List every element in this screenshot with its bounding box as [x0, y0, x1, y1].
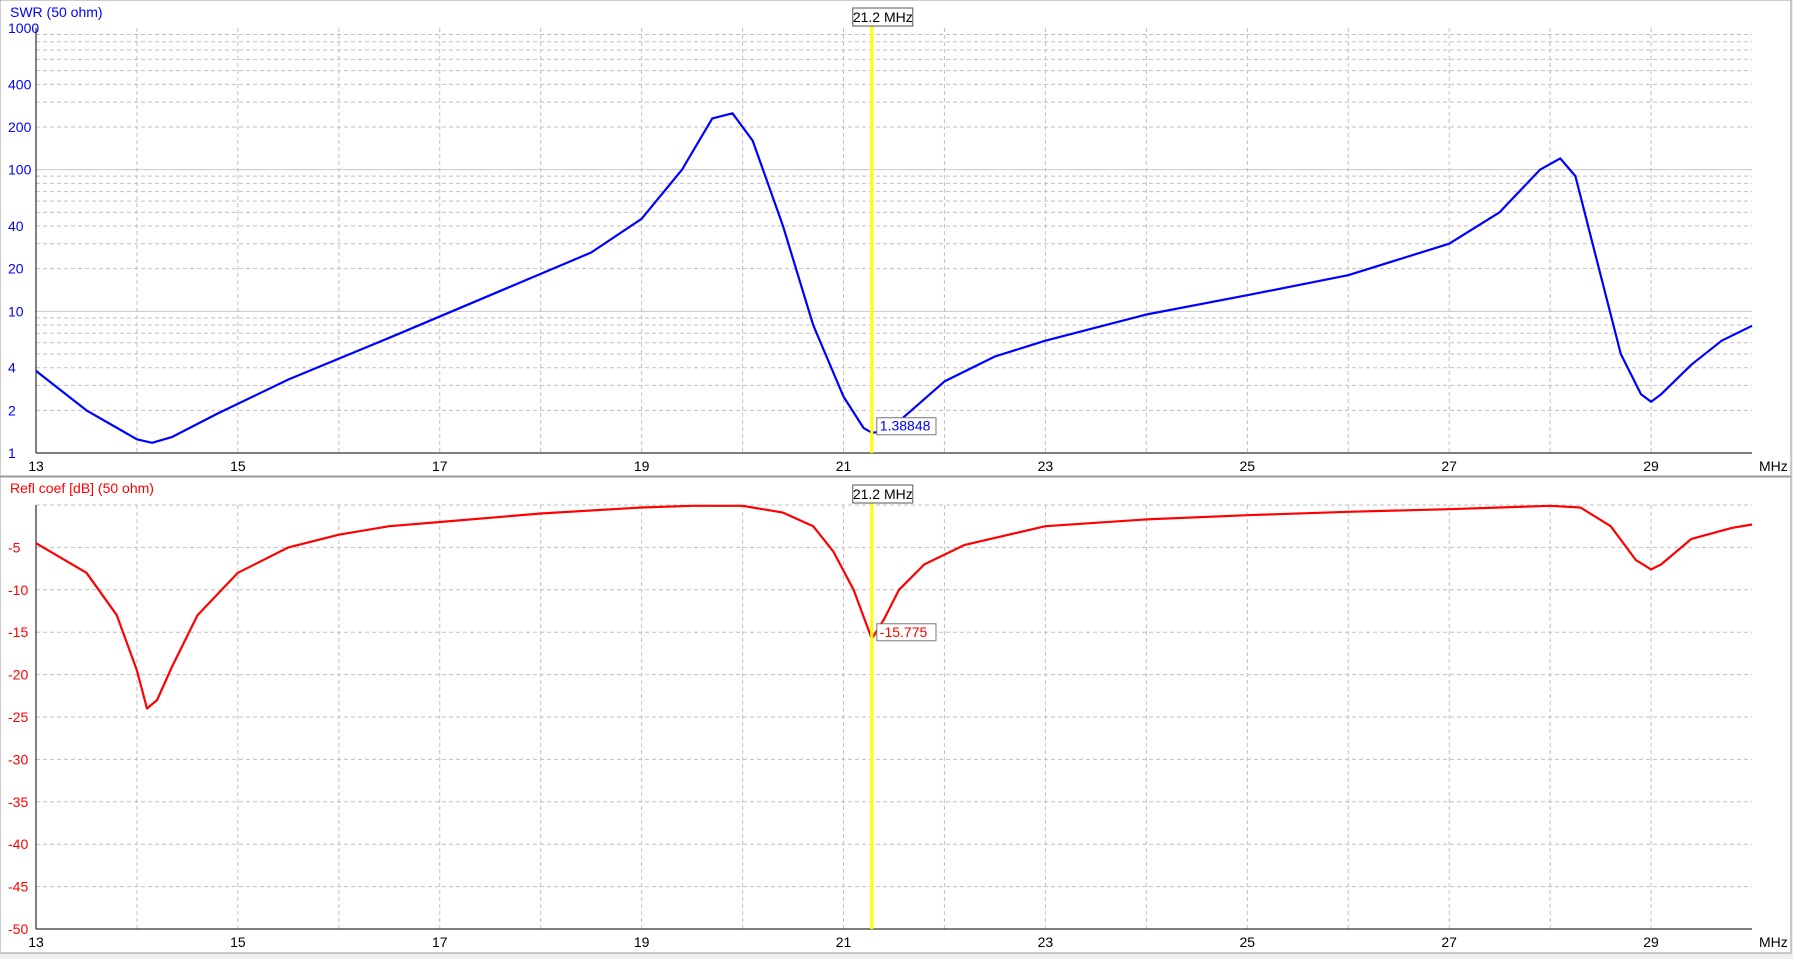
refl-x-tick-label: 27	[1441, 934, 1457, 950]
refl-y-tick-label: -45	[8, 879, 28, 895]
swr-x-tick-label: 25	[1240, 458, 1256, 474]
swr-x-tick-label: 23	[1038, 458, 1054, 474]
refl-panel: Refl coef [dB] (50 ohm) 13 15 17 19 21 23 25 27…	[0, 476, 1792, 954]
plot-canvas: SWR (50 ohm) 13 15 17 19 21 23 25 27 29 10004002…	[0, 0, 1792, 954]
swr-x-tick-label: 17	[432, 458, 448, 474]
refl-x-tick-label: 13	[28, 934, 44, 950]
antenna-analyzer-plot-window: SWR (50 ohm) 13 15 17 19 21 23 25 27 29 1000 400 2…	[0, 0, 1793, 954]
refl-x-tick-label: 29	[1643, 934, 1659, 950]
swr-y-tick-label: 4	[8, 360, 16, 376]
swr-y-tick-label: 1000	[8, 20, 39, 36]
swr-y-tick-label: 1	[8, 445, 16, 461]
swr-x-tick-label: 21	[836, 458, 852, 474]
swr-y-tick-label: 400	[8, 76, 32, 92]
refl-marker-value-label: -15.775	[880, 624, 928, 640]
refl-x-tick-label: 25	[1240, 934, 1256, 950]
swr-y-tick-label: 2	[8, 402, 16, 418]
refl-y-tick-label: -10	[8, 582, 28, 598]
refl-y-tick-label: -35	[8, 794, 28, 810]
refl-y-tick-label: -40	[8, 836, 28, 852]
swr-y-tick-label: 20	[8, 261, 24, 277]
swr-panel-background	[0, 0, 1792, 477]
swr-y-tick-label: 40	[8, 218, 24, 234]
refl-y-tick-label: -5	[8, 539, 21, 555]
swr-panel-title: SWR (50 ohm)	[10, 4, 103, 20]
refl-x-tick-label: 21	[836, 934, 852, 950]
swr-x-tick-label: 27	[1441, 458, 1457, 474]
swr-panel: SWR (50 ohm) 13 15 17 19 21 23 25 27 29 10004002…	[0, 0, 1792, 477]
refl-panel-background	[0, 476, 1792, 954]
swr-x-axis-unit: MHz	[1759, 458, 1788, 474]
swr-x-tick-label: 19	[634, 458, 650, 474]
refl-panel-title: Refl coef [dB] (50 ohm)	[10, 480, 154, 496]
refl-y-tick-label: -15	[8, 624, 28, 640]
refl-x-tick-label: 19	[634, 934, 650, 950]
swr-marker-value-label: 1.38848	[880, 418, 931, 434]
swr-y-tick-label: 10	[8, 303, 24, 319]
refl-marker-frequency-label: 21.2 MHz	[853, 486, 913, 502]
swr-marker-frequency-label: 21.2 MHz	[853, 9, 913, 25]
refl-y-tick-label: -30	[8, 751, 28, 767]
swr-y-tick-label: 100	[8, 162, 32, 178]
swr-x-tick-label: 15	[230, 458, 246, 474]
refl-y-tick-label: -20	[8, 667, 28, 683]
swr-x-tick-label: 13	[28, 458, 44, 474]
refl-x-tick-label: 17	[432, 934, 448, 950]
refl-x-tick-label: 15	[230, 934, 246, 950]
refl-y-tick-label: -50	[8, 921, 28, 937]
refl-x-axis-unit: MHz	[1759, 934, 1788, 950]
refl-x-tick-label: 23	[1038, 934, 1054, 950]
refl-y-tick-label: -25	[8, 709, 28, 725]
swr-x-tick-label: 29	[1643, 458, 1659, 474]
swr-y-tick-label: 200	[8, 119, 32, 135]
